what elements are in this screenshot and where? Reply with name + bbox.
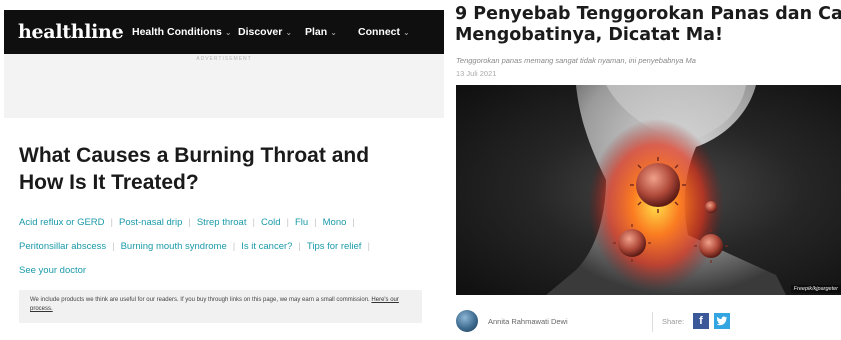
nav-health-conditions[interactable]: Health Conditions ⌄ [132,26,232,38]
toc-separator: | [188,217,191,228]
toc-separator: | [352,217,355,228]
image-credit: Freepik/kjpargeter [790,285,841,293]
advertisement-slot: ADVERTISEMENT [4,54,444,118]
divider [652,312,653,332]
toc-link-post-nasal-drip[interactable]: Post-nasal drip [119,217,182,228]
toc-link-flu[interactable]: Flu [295,217,308,228]
chevron-down-icon: ⌄ [403,28,410,37]
hero-image: Freepik/kjpargeter [456,85,841,295]
author-share-row: Annita Rahmawati Dewi Share: f [456,307,841,337]
chevron-down-icon: ⌄ [285,28,293,37]
ad-label: ADVERTISEMENT [196,56,252,62]
virus-particle-large [630,157,686,213]
chevron-down-icon: ⌄ [224,28,232,37]
author-name[interactable]: Annita Rahmawati Dewi [488,317,568,326]
table-of-contents: Acid reflux or GERD | Post-nasal drip | Stre… [19,211,429,283]
share-label: Share: [662,317,685,326]
nav-connect[interactable]: Connect ⌄ [358,26,410,38]
toc-link-cold[interactable]: Cold [261,217,281,228]
toc-link-is-it-cancer[interactable]: Is it cancer? [241,241,292,252]
chevron-down-icon: ⌄ [330,28,337,37]
toc-link-mono[interactable]: Mono [323,217,347,228]
healthline-page: healthline Health Conditions ⌄ Discover ⌄ … [0,0,444,340]
twitter-icon[interactable] [714,313,730,329]
article-subtitle: Tenggorokan panas memang sangat tidak ny… [456,56,696,65]
top-nav-bar: healthline Health Conditions ⌄ Discover ⌄ … [4,10,444,54]
author-avatar[interactable] [456,310,478,332]
inflamed-throat-illustration [546,85,786,295]
disclaimer-text: We include products we think are useful … [30,297,370,303]
healthline-logo[interactable]: healthline [18,21,124,43]
virus-particle-tiny [705,201,717,213]
facebook-icon[interactable]: f [693,313,709,329]
toc-link-strep-throat[interactable]: Strep throat [197,217,247,228]
toc-separator: | [112,241,115,252]
toc-separator: | [367,241,370,252]
toc-link-burning-mouth-syndrome[interactable]: Burning mouth syndrome [121,241,227,252]
toc-separator: | [298,241,301,252]
toc-separator: | [314,217,317,228]
nav-plan[interactable]: Plan ⌄ [305,26,337,38]
article-title: 9 Penyebab Tenggorokan Panas dan Cara Me… [455,4,841,45]
affiliate-disclaimer: We include products we think are useful … [19,290,422,323]
toc-link-tips-for-relief[interactable]: Tips for relief [307,241,362,252]
nav-discover[interactable]: Discover ⌄ [238,26,292,38]
toc-link-peritonsillar-abscess[interactable]: Peritonsillar abscess [19,241,106,252]
toc-separator: | [286,217,289,228]
toc-link-see-your-doctor[interactable]: See your doctor [19,265,86,276]
popmama-article: 9 Penyebab Tenggorokan Panas dan Cara Me… [450,0,841,340]
toc-link-acid-reflux[interactable]: Acid reflux or GERD [19,217,105,228]
toc-separator: | [252,217,255,228]
article-title: What Causes a Burning Throat and How Is … [19,144,370,194]
toc-separator: | [110,217,113,228]
publish-date: 13 Juli 2021 [456,69,497,78]
toc-separator: | [232,241,236,252]
